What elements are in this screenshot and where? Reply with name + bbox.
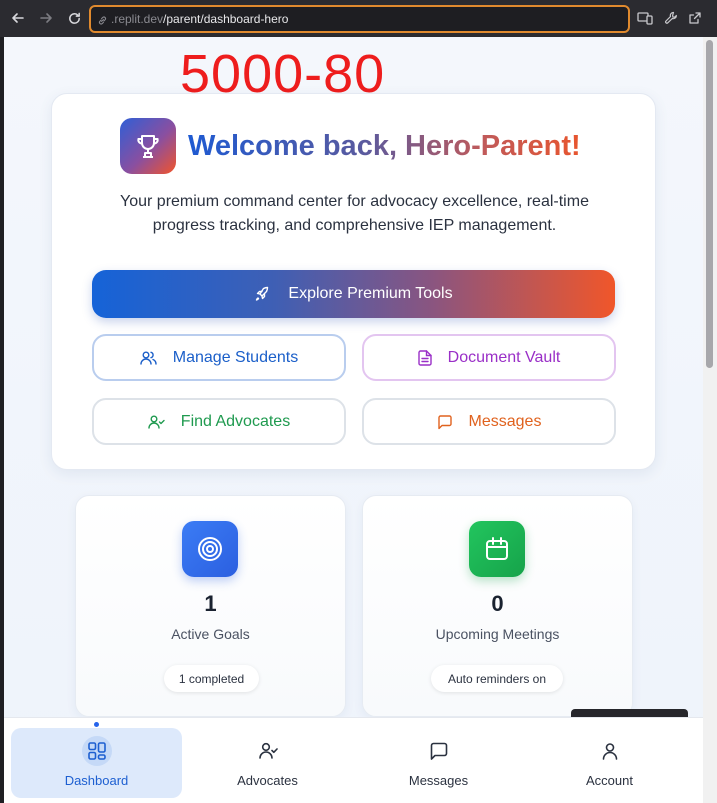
user-icon [595, 736, 625, 766]
active-indicator-dot [94, 722, 99, 727]
target-icon [182, 521, 238, 577]
message-square-icon [424, 736, 454, 766]
forward-arrow-icon[interactable] [36, 8, 56, 28]
active-goals-card[interactable]: 1 Active Goals 1 completed [75, 495, 346, 717]
upcoming-meetings-card[interactable]: 0 Upcoming Meetings Auto reminders on [362, 495, 633, 717]
nav-dashboard[interactable]: Dashboard [11, 728, 182, 798]
manage-students-label: Manage Students [172, 348, 299, 366]
nav-messages[interactable]: Messages [353, 728, 524, 798]
url-path: /parent/dashboard-hero [163, 12, 289, 26]
file-text-icon [417, 349, 432, 366]
calendar-icon [469, 521, 525, 577]
active-goals-value: 1 [204, 591, 217, 616]
rocket-icon [254, 286, 270, 302]
messages-button[interactable]: Messages [362, 398, 616, 445]
active-goals-label: Active Goals [171, 626, 250, 642]
completed-badge: 1 completed [164, 665, 259, 692]
user-check-icon [148, 414, 165, 430]
url-domain: .replit.dev [111, 12, 164, 26]
nav-advocates-label: Advocates [237, 773, 298, 788]
welcome-subtitle: Your premium command center for advocacy… [120, 193, 589, 234]
browser-toolbar: .replit.dev/parent/dashboard-hero [0, 0, 717, 37]
nav-account[interactable]: Account [524, 728, 695, 798]
nav-account-label: Account [586, 773, 633, 788]
device-toggle-icon[interactable] [636, 9, 654, 27]
page-viewport: 5000-80 Welcome back, Hero-Parent! Your … [4, 37, 703, 803]
explore-premium-tools-label: Explore Premium Tools [288, 285, 453, 302]
layout-grid-icon [81, 736, 112, 766]
messages-label: Messages [468, 412, 542, 430]
wrench-icon[interactable] [662, 9, 680, 27]
link-icon [97, 13, 108, 31]
nav-messages-label: Messages [408, 773, 469, 788]
manage-students-button[interactable]: Manage Students [92, 334, 346, 381]
bottom-navigation: Dashboard Advocates Messages Account [4, 717, 703, 803]
back-arrow-icon[interactable] [8, 8, 28, 28]
reload-icon[interactable] [64, 8, 84, 28]
open-external-icon[interactable] [686, 9, 704, 27]
upcoming-meetings-label: Upcoming Meetings [435, 626, 560, 642]
address-bar[interactable]: .replit.dev/parent/dashboard-hero [89, 5, 630, 33]
find-advocates-label: Find Advocates [180, 412, 291, 430]
trophy-icon [120, 118, 176, 174]
find-advocates-button[interactable]: Find Advocates [92, 398, 346, 445]
upcoming-meetings-value: 0 [491, 591, 504, 616]
nav-advocates[interactable]: Advocates [182, 728, 353, 798]
document-vault-label: Document Vault [447, 348, 561, 366]
explore-premium-tools-button[interactable]: Explore Premium Tools [92, 270, 615, 318]
scrollbar-thumb[interactable] [706, 40, 713, 368]
reminders-badge: Auto reminders on [431, 665, 563, 692]
user-check-icon [253, 736, 283, 766]
welcome-hero-card: Welcome back, Hero-Parent! Your premium … [51, 93, 656, 470]
document-vault-button[interactable]: Document Vault [362, 334, 616, 381]
nav-dashboard-label: Dashboard [64, 773, 129, 788]
welcome-title: Welcome back, Hero-Parent! [188, 130, 581, 162]
message-square-icon [437, 414, 453, 430]
users-icon [140, 350, 157, 366]
